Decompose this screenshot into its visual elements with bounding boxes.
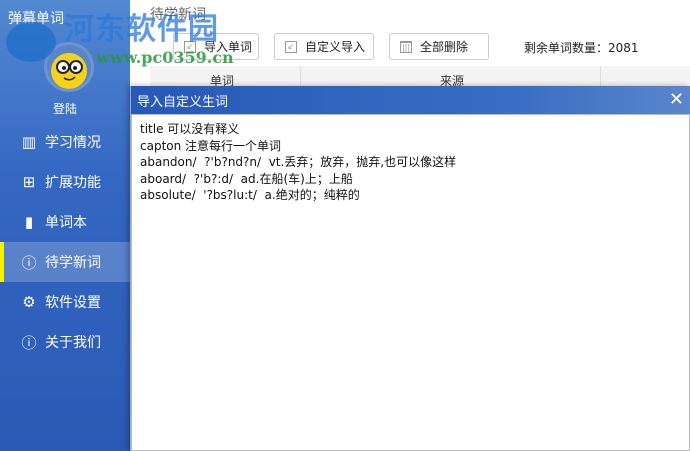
custom-import-button[interactable]: ↙ 自定义导入 <box>274 33 374 60</box>
watermark-name: 河东软件园 <box>64 12 219 47</box>
sidebar-item-new-words[interactable]: ⓘ 待学新词 <box>0 242 130 282</box>
trash-icon: ||| <box>400 40 412 53</box>
sidebar-item-label: 待学新词 <box>45 255 101 271</box>
delete-all-button[interactable]: ||| 全部删除 <box>389 33 489 60</box>
sidebar: 弹幕单词 登陆 ▥ 学习情况 ⊞ 扩展功能 ▮ 单词本 ⓘ 待学新词 ⚙ 软件设置 ⓘ 关于… <box>0 0 130 451</box>
dialog-header: 导入自定义生词 ✕ <box>131 86 690 114</box>
minion-avatar-icon <box>51 53 87 89</box>
bar-chart-icon: ▥ <box>21 133 37 151</box>
words-textarea[interactable]: title 可以没有释义 capton 注意每行一个单词 abandon/ ?'… <box>131 114 690 451</box>
sidebar-item-label: 单词本 <box>45 215 87 231</box>
sidebar-item-wordbook[interactable]: ▮ 单词本 <box>0 202 130 242</box>
info-icon: ⓘ <box>21 333 37 352</box>
sidebar-item-label: 关于我们 <box>45 335 101 351</box>
sidebar-item-label: 软件设置 <box>45 295 101 311</box>
sidebar-nav: ▥ 学习情况 ⊞ 扩展功能 ▮ 单词本 ⓘ 待学新词 ⚙ 软件设置 ⓘ 关于我们 <box>0 122 130 362</box>
close-icon[interactable]: ✕ <box>669 89 684 110</box>
sidebar-item-settings[interactable]: ⚙ 软件设置 <box>0 282 130 322</box>
question-icon: ⓘ <box>21 253 37 272</box>
remaining-count: 剩余单词数量：2081 <box>524 41 639 55</box>
table-header: 单词 来源 <box>150 66 690 88</box>
button-label: 自定义导入 <box>305 40 366 54</box>
button-label: 全部删除 <box>420 40 469 54</box>
sidebar-item-label: 扩展功能 <box>45 175 101 191</box>
sidebar-item-label: 学习情况 <box>45 135 101 151</box>
dialog-title: 导入自定义生词 <box>137 94 229 110</box>
sidebar-item-about[interactable]: ⓘ 关于我们 <box>0 322 130 362</box>
grid-icon: ⊞ <box>22 173 36 191</box>
import-icon: ↙ <box>285 40 297 53</box>
login-link[interactable]: 登陆 <box>0 100 130 117</box>
watermark-logo <box>6 22 56 62</box>
sidebar-item-study-stats[interactable]: ▥ 学习情况 <box>0 122 130 162</box>
import-custom-dialog: 导入自定义生词 ✕ title 可以没有释义 capton 注意每行一个单词 a… <box>130 86 690 451</box>
watermark-url: www.pc0359.cn <box>96 48 234 67</box>
books-icon: ▮ <box>24 213 34 231</box>
sidebar-item-extensions[interactable]: ⊞ 扩展功能 <box>0 162 130 202</box>
gear-icon: ⚙ <box>22 293 36 311</box>
